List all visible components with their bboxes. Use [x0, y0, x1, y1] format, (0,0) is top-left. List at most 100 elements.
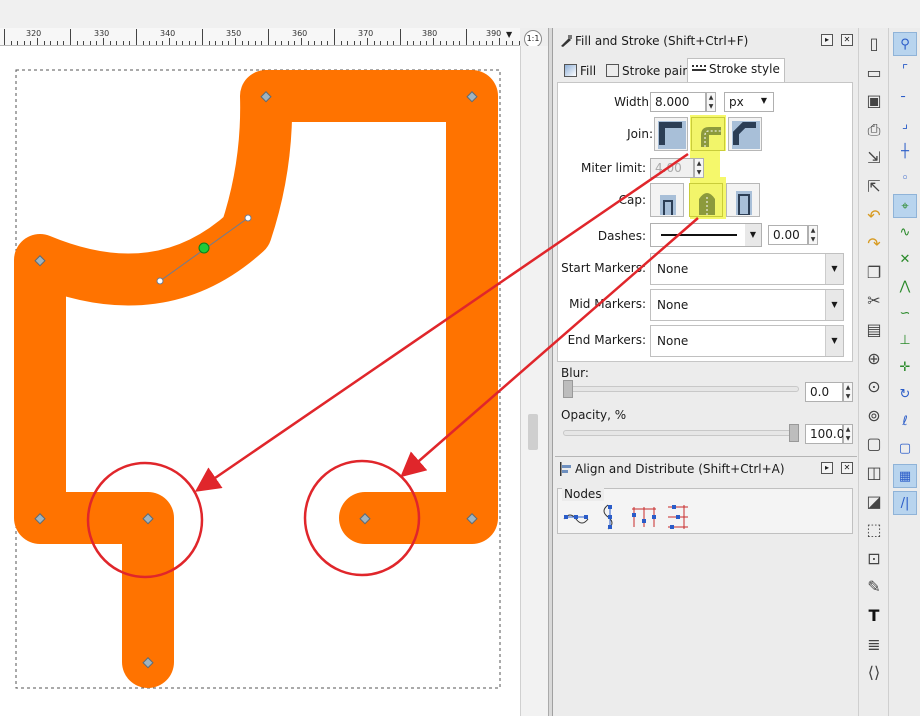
- tab-stroke-style[interactable]: Stroke style: [687, 58, 785, 82]
- scrollbar-thumb[interactable]: [528, 414, 538, 450]
- tab-fill[interactable]: Fill: [559, 60, 601, 82]
- width-spinner[interactable]: ▲ ▼: [706, 92, 716, 112]
- group-icon[interactable]: ⬚: [862, 518, 886, 542]
- snap-baseline-icon[interactable]: ℓ: [893, 410, 917, 434]
- cut-icon[interactable]: ✂: [862, 289, 886, 313]
- opacity-spinner[interactable]: ▲ ▼: [843, 424, 853, 444]
- cap-square-button[interactable]: [726, 183, 760, 217]
- snap-bbox-icon[interactable]: ⌜: [893, 59, 917, 83]
- export-icon[interactable]: ⇱: [862, 175, 886, 199]
- unlink-clone-icon[interactable]: ◪: [862, 490, 886, 514]
- fill-stroke-dialog-title[interactable]: Fill and Stroke (Shift+Ctrl+F) ▸ ✕: [555, 30, 855, 52]
- join-bevel-button[interactable]: [728, 117, 762, 151]
- dash-offset-input[interactable]: 0.00: [768, 225, 808, 245]
- copy-icon[interactable]: ❐: [862, 261, 886, 285]
- stroke-paint-tab-icon: [606, 64, 619, 77]
- undo-icon[interactable]: ↶: [862, 204, 886, 228]
- ruler-tick: [373, 41, 375, 45]
- ruler-label: 380: [422, 29, 438, 38]
- miter-limit-input[interactable]: 4.00: [650, 158, 694, 178]
- import-icon[interactable]: ⇲: [862, 146, 886, 170]
- orange-stroke-path[interactable]: [14, 70, 498, 688]
- snap-bbox-edge-icon[interactable]: ╴: [893, 86, 917, 110]
- zoom-page-icon[interactable]: ⊚: [862, 404, 886, 428]
- ruler-tick: [439, 41, 441, 45]
- opacity-input[interactable]: 100.0: [805, 424, 844, 444]
- text-icon[interactable]: T: [862, 604, 886, 628]
- clone-icon[interactable]: ◫: [862, 461, 886, 485]
- join-miter-button[interactable]: [654, 117, 688, 151]
- tab-stroke-paint-label: Stroke paint: [622, 64, 695, 78]
- opacity-slider-track[interactable]: [563, 430, 799, 436]
- unit-select[interactable]: px ▼: [724, 92, 774, 112]
- snap-cusp-icon[interactable]: ⋀: [893, 275, 917, 299]
- layers-icon[interactable]: ≣: [862, 633, 886, 657]
- duplicate-icon[interactable]: ▢: [862, 432, 886, 456]
- save-icon[interactable]: ▣: [862, 89, 886, 113]
- blur-slider-handle[interactable]: [563, 380, 573, 398]
- drawing-canvas[interactable]: [0, 46, 520, 716]
- zoom-selection-icon[interactable]: ⊕: [862, 347, 886, 371]
- dash-offset-spinner[interactable]: ▲ ▼: [808, 225, 818, 245]
- snap-guide-icon[interactable]: /|: [893, 491, 917, 515]
- ruler-tick: [175, 41, 177, 45]
- distribute-nodes-horizontal-icon[interactable]: [630, 503, 658, 531]
- print-icon[interactable]: ⎙: [862, 118, 886, 142]
- join-round-button[interactable]: [691, 117, 725, 151]
- snap-intersection-icon[interactable]: ✕: [893, 248, 917, 272]
- miter-limit-spinner[interactable]: ▲ ▼: [694, 158, 704, 178]
- xml-editor-icon[interactable]: ⟨⟩: [862, 661, 886, 685]
- selected-node[interactable]: [198, 242, 210, 254]
- dashes-select[interactable]: ▼: [650, 223, 762, 247]
- align-nodes-horizontal-icon[interactable]: [562, 503, 590, 531]
- canvas-drawing[interactable]: [0, 46, 520, 716]
- fill-stroke-icon[interactable]: ✎: [862, 575, 886, 599]
- ruler-tick: [393, 41, 395, 45]
- start-markers-select[interactable]: None ▼: [650, 253, 844, 285]
- snap-rotation-icon[interactable]: ↻: [893, 383, 917, 407]
- snap-path-icon[interactable]: ∿: [893, 221, 917, 245]
- bezier-handle[interactable]: [244, 214, 252, 222]
- opacity-slider-handle[interactable]: [789, 424, 799, 442]
- blur-slider-track[interactable]: [563, 386, 799, 392]
- cap-round-button[interactable]: [689, 183, 723, 217]
- bezier-handle[interactable]: [156, 277, 164, 285]
- redo-icon[interactable]: ↷: [862, 232, 886, 256]
- ruler-arrow-icon[interactable]: ▼: [506, 30, 512, 39]
- open-icon[interactable]: ▭: [862, 61, 886, 85]
- snap-grid-icon[interactable]: ▦: [893, 464, 917, 488]
- cap-butt-button[interactable]: [650, 183, 684, 217]
- distribute-nodes-vertical-icon[interactable]: [664, 503, 692, 531]
- ruler-tick: [320, 41, 322, 45]
- align-nodes-vertical-icon[interactable]: [596, 503, 624, 531]
- snap-bbox-corner-icon[interactable]: ⌟: [893, 113, 917, 137]
- vertical-scrollbar[interactable]: [520, 46, 548, 716]
- snap-midpoint-icon[interactable]: ⊥: [893, 329, 917, 353]
- ruler-tick: [301, 38, 302, 45]
- snap-page-icon[interactable]: ▢: [893, 437, 917, 461]
- paste-icon[interactable]: ▤: [862, 318, 886, 342]
- snap-enable-icon[interactable]: ⚲: [893, 32, 917, 56]
- tab-stroke-paint[interactable]: Stroke paint: [601, 60, 700, 82]
- zoom-drawing-icon[interactable]: ⊙: [862, 375, 886, 399]
- snap-bbox-center-icon[interactable]: ◦: [893, 167, 917, 191]
- end-markers-select[interactable]: None ▼: [650, 325, 844, 357]
- snap-nodes-icon[interactable]: ⌖: [893, 194, 917, 218]
- dialog-menu-icon[interactable]: ▸: [821, 462, 833, 474]
- new-document-icon[interactable]: ▯: [862, 32, 886, 56]
- dialog-close-icon[interactable]: ✕: [841, 462, 853, 474]
- snap-bbox-midpoint-icon[interactable]: ┼: [893, 140, 917, 164]
- width-input[interactable]: 8.000: [650, 92, 706, 112]
- ungroup-icon[interactable]: ⊡: [862, 547, 886, 571]
- horizontal-ruler[interactable]: 320 330 340 350 360 370 380 390: [0, 28, 520, 46]
- snap-center-icon[interactable]: ✛: [893, 356, 917, 380]
- align-dialog-title[interactable]: Align and Distribute (Shift+Ctrl+A) ▸ ✕: [555, 458, 855, 480]
- dialog-close-icon[interactable]: ✕: [841, 34, 853, 46]
- blur-spinner[interactable]: ▲ ▼: [843, 382, 853, 402]
- ruler-tick: [406, 41, 408, 45]
- mid-markers-select[interactable]: None ▼: [650, 289, 844, 321]
- dialog-divider: [555, 456, 857, 457]
- dialog-menu-icon[interactable]: ▸: [821, 34, 833, 46]
- snap-smooth-icon[interactable]: ∽: [893, 302, 917, 326]
- blur-input[interactable]: 0.0: [805, 382, 843, 402]
